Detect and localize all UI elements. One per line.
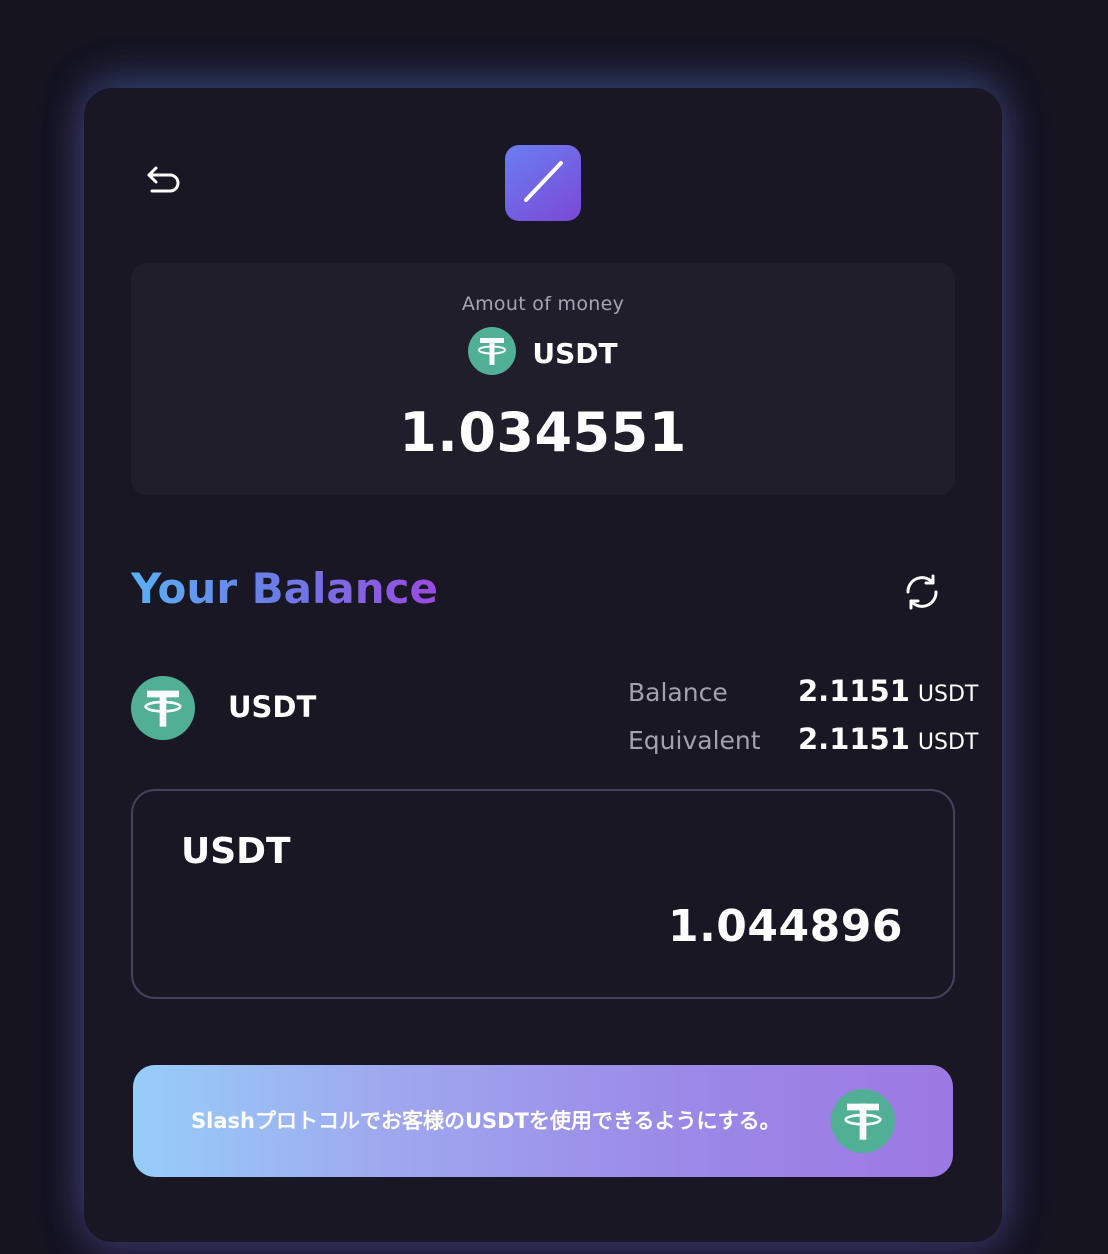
tether-icon <box>468 327 517 379</box>
token-name: USDT <box>228 690 317 724</box>
equivalent-label: Equivalent <box>628 726 761 755</box>
slash-logo-icon <box>519 157 567 209</box>
balance-title: Your Balance <box>131 564 439 613</box>
tether-icon <box>131 676 195 744</box>
token-amount-field[interactable]: USDT 1.044896 <box>131 789 955 999</box>
amount-label: Amout of money <box>461 293 625 315</box>
balance-label: Balance <box>628 678 728 707</box>
balance-stat: Balance 2.1151 USDT <box>628 674 978 708</box>
refresh-button[interactable] <box>900 572 944 616</box>
refresh-icon <box>902 572 942 616</box>
amount-currency: USDT <box>131 327 955 379</box>
token-input-name: USDT <box>181 831 291 872</box>
undo-arrow-icon <box>146 164 182 200</box>
enable-usdt-button[interactable]: Slashプロトコルでお客様のUSDTを使用できるようにする。 <box>133 1065 953 1177</box>
tether-icon <box>831 1089 895 1157</box>
amount-panel: Amout of money USDT 1.034551 <box>131 263 955 495</box>
amount-value: 1.034551 <box>399 401 687 464</box>
equivalent-value: 2.1151 <box>798 722 910 756</box>
enable-usdt-label: Slashプロトコルでお客様のUSDTを使用できるようにする。 <box>191 1109 781 1133</box>
equivalent-unit: USDT <box>917 730 979 755</box>
page: Amout of money USDT 1.034551 Your Balanc… <box>0 0 1108 1254</box>
back-button[interactable] <box>140 160 188 204</box>
token-input-value[interactable]: 1.044896 <box>668 901 903 952</box>
balance-unit: USDT <box>917 682 979 707</box>
amount-currency-name: USDT <box>532 336 618 370</box>
slash-logo <box>505 145 581 221</box>
equivalent-stat: Equivalent 2.1151 USDT <box>628 722 978 756</box>
payment-card: Amout of money USDT 1.034551 Your Balanc… <box>84 88 1002 1242</box>
balance-value: 2.1151 <box>798 674 910 708</box>
